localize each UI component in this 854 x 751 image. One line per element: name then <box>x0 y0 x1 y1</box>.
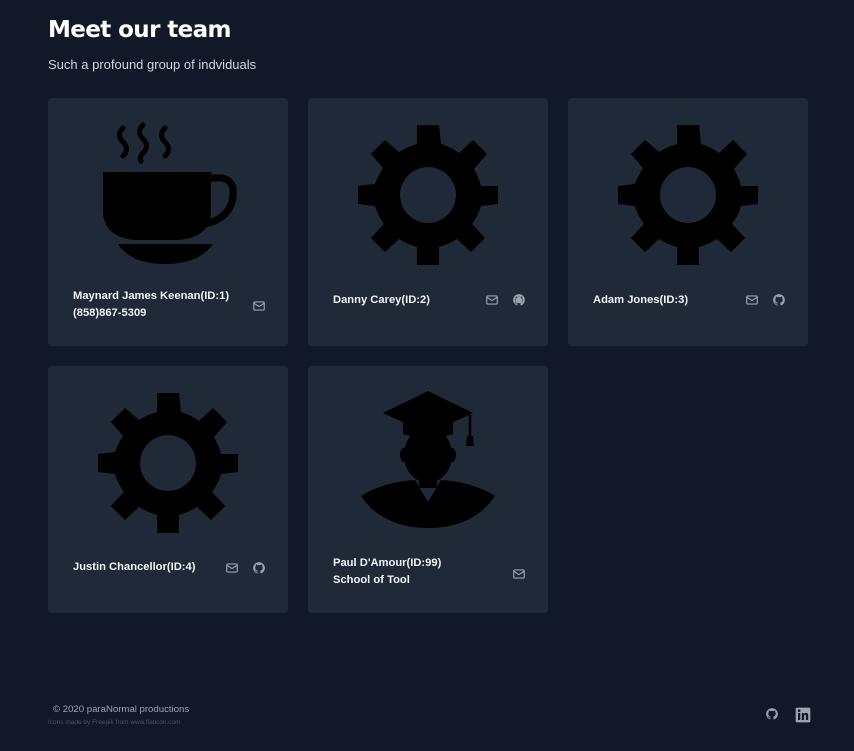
footer-links <box>765 707 811 723</box>
github-icon[interactable] <box>512 293 526 307</box>
member-info: Paul D'Amour(ID:99) School of Tool <box>333 556 526 613</box>
page-subtitle: Such a profound group of indviduals <box>48 57 257 72</box>
member-links <box>512 567 526 581</box>
team-card: Justin Chancellor(ID:4) <box>48 366 288 613</box>
gear-icon <box>613 120 763 270</box>
footer-info: © 2020 paraNormal productions Icons made… <box>48 704 190 726</box>
member-links <box>225 561 266 575</box>
page-title: Meet our team <box>48 17 232 43</box>
member-info: Maynard James Keenan(ID:1) (858)867-5309 <box>73 288 266 346</box>
member-name: Paul D'Amour(ID:99) <box>333 557 442 569</box>
github-icon[interactable] <box>252 561 266 575</box>
mail-icon[interactable] <box>252 299 266 313</box>
gear-icon <box>353 120 503 270</box>
member-school: School of Tool <box>333 574 410 586</box>
gear-icon <box>93 388 243 538</box>
member-links <box>745 293 786 307</box>
team-card: Danny Carey(ID:2) <box>308 98 548 346</box>
member-info: Danny Carey(ID:2) <box>333 288 526 346</box>
linkedin-icon[interactable] <box>795 707 811 723</box>
graduate-icon <box>353 388 503 538</box>
team-card: Paul D'Amour(ID:99) School of Tool <box>308 366 548 613</box>
member-info: Adam Jones(ID:3) <box>593 288 786 346</box>
github-icon[interactable] <box>765 707 779 721</box>
member-info: Justin Chancellor(ID:4) <box>73 556 266 613</box>
member-links <box>252 299 266 313</box>
credits-text: Icons made by Freepik from www.flaticon.… <box>48 719 181 726</box>
mail-icon[interactable] <box>512 567 526 581</box>
team-card: Maynard James Keenan(ID:1) (858)867-5309 <box>48 98 288 346</box>
team-card: Adam Jones(ID:3) <box>568 98 808 346</box>
mail-icon[interactable] <box>485 293 499 307</box>
member-phone: (858)867-5309 <box>73 307 147 319</box>
page-header: Meet our team Such a profound group of i… <box>48 16 256 72</box>
mail-icon[interactable] <box>745 293 759 307</box>
member-links <box>485 293 526 307</box>
mail-icon[interactable] <box>225 561 239 575</box>
coffee-cup-icon <box>93 120 243 270</box>
github-icon[interactable] <box>772 293 786 307</box>
member-name: Maynard James Keenan(ID:1) <box>73 290 230 302</box>
copyright-text: © 2020 paraNormal productions <box>53 704 190 715</box>
